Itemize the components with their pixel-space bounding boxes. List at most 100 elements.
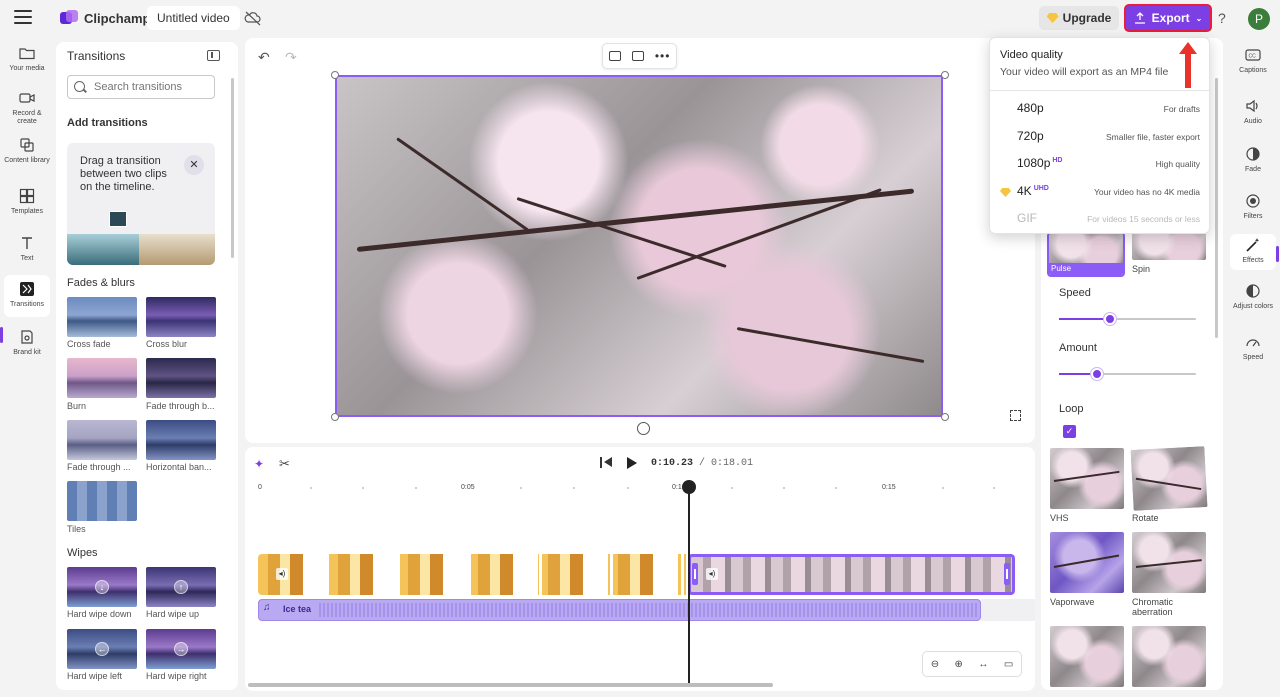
captions-icon: CC <box>1245 49 1261 61</box>
slider-knob[interactable] <box>1104 313 1116 325</box>
video-preview[interactable] <box>335 75 943 417</box>
nav-text[interactable]: Text <box>4 235 50 263</box>
rnav-audio[interactable]: Audio <box>1230 98 1276 126</box>
ruler-tick <box>362 487 364 489</box>
chevron-down-icon: ⌄ <box>1195 13 1203 23</box>
transition-hard-wipe-right[interactable]: → <box>146 629 216 669</box>
effect-thumbnail <box>1049 234 1123 266</box>
resize-handle[interactable] <box>331 413 339 421</box>
top-bar: Clipchamp Untitled video Upgrade Export … <box>0 0 1280 38</box>
rnav-adjust-colors[interactable]: Adjust colors <box>1230 283 1276 311</box>
nav-your-media[interactable]: Your media <box>4 45 50 73</box>
resize-handle[interactable] <box>941 413 949 421</box>
fullscreen-icon[interactable] <box>1010 410 1021 421</box>
avatar[interactable]: P <box>1248 8 1270 30</box>
effect-rotate[interactable] <box>1130 446 1208 511</box>
slider-knob[interactable] <box>1091 368 1103 380</box>
more-options-icon[interactable]: ••• <box>655 49 671 63</box>
effect-vaporwave[interactable] <box>1050 532 1124 593</box>
crop-icon[interactable] <box>608 51 621 61</box>
volume-icon[interactable]: ◂) <box>276 568 288 580</box>
quality-option-1080p[interactable]: 1080p HD High quality <box>990 150 1209 177</box>
effect-pulse[interactable]: Pulse <box>1047 232 1125 277</box>
volume-icon[interactable]: ◂) <box>706 568 718 580</box>
effect-thumbnail[interactable] <box>1050 626 1124 687</box>
rnav-fade[interactable]: Fade <box>1230 146 1276 174</box>
speed-slider[interactable] <box>1059 313 1196 325</box>
nav-brand-kit[interactable]: Brand kit <box>4 329 50 357</box>
scrollbar[interactable] <box>248 683 773 687</box>
music-note-icon: ♫ <box>263 602 271 613</box>
nav-transitions[interactable]: Transitions <box>4 275 50 317</box>
slider-fill <box>1059 318 1110 320</box>
sparkle-icon[interactable]: ✦ <box>254 457 264 471</box>
project-title[interactable]: Untitled video <box>147 6 240 30</box>
skip-back-icon[interactable] <box>600 457 612 468</box>
transition-tiles[interactable] <box>67 481 137 521</box>
clip-trim-handle-left[interactable] <box>692 563 698 585</box>
transition-burn[interactable] <box>67 358 137 398</box>
nav-label: Captions <box>1239 67 1267 74</box>
transition-fade-through-black[interactable] <box>146 358 216 398</box>
clip-trim-handle-right[interactable] <box>1004 563 1010 585</box>
transition-fade-through-white[interactable] <box>67 420 137 460</box>
rnav-filters[interactable]: Filters <box>1230 193 1276 221</box>
cloud-offline-icon[interactable] <box>244 10 262 26</box>
nav-content-library[interactable]: Content library <box>4 137 50 165</box>
effect-vhs[interactable] <box>1050 448 1124 509</box>
resize-handle[interactable] <box>941 71 949 79</box>
export-button[interactable]: Export ⌄ <box>1124 4 1212 32</box>
rnav-effects[interactable]: Effects <box>1230 234 1276 270</box>
zoom-out-icon[interactable]: ⊖ <box>931 659 939 670</box>
loop-checkbox[interactable]: ✓ <box>1063 425 1076 438</box>
upgrade-button[interactable]: Upgrade <box>1039 6 1119 30</box>
playhead[interactable] <box>688 487 690 687</box>
resize-handle[interactable] <box>331 71 339 79</box>
quality-option-gif[interactable]: GIF For videos 15 seconds or less <box>990 205 1209 232</box>
rnav-speed[interactable]: Speed <box>1230 334 1276 362</box>
nav-record-create[interactable]: Record & create <box>4 90 50 126</box>
quality-option-480p[interactable]: 480p For drafts <box>990 95 1209 122</box>
timeline-view-icon[interactable]: ▭ <box>1004 659 1013 670</box>
scissors-icon[interactable]: ✂ <box>279 456 290 472</box>
fit-timeline-icon[interactable]: ↔ <box>978 659 988 670</box>
scrollbar[interactable] <box>231 78 234 258</box>
quality-option-720p[interactable]: 720p Smaller file, faster export <box>990 123 1209 150</box>
effect-chromatic-aberration[interactable] <box>1132 532 1206 593</box>
magic-wand-icon <box>1246 238 1260 252</box>
transitions-icon <box>20 282 34 296</box>
nav-label: Content library <box>4 157 50 164</box>
video-clip-autumn-leaves[interactable]: ◂) <box>258 554 686 595</box>
fit-icon[interactable] <box>631 51 644 61</box>
transition-hard-wipe-down[interactable]: ↓ <box>67 567 137 607</box>
scrollbar[interactable] <box>1215 78 1218 338</box>
transition-cross-fade[interactable] <box>67 297 137 337</box>
audio-clip[interactable]: ♫ Ice tea <box>258 599 981 621</box>
playhead-handle[interactable] <box>682 480 696 494</box>
transition-hard-wipe-left[interactable]: ← <box>67 629 137 669</box>
nav-templates[interactable]: Templates <box>4 188 50 216</box>
help-button[interactable]: ? <box>1218 10 1226 26</box>
close-icon[interactable]: ✕ <box>184 155 204 175</box>
undo-icon[interactable]: ↶ <box>258 49 270 66</box>
search-transitions-input[interactable] <box>67 75 215 99</box>
nav-label: Record & create <box>12 110 42 125</box>
effect-spin[interactable] <box>1132 232 1206 260</box>
ruler-label: 0:15 <box>882 484 896 491</box>
ruler-tick <box>310 487 312 489</box>
zoom-in-icon[interactable]: ⊕ <box>955 659 963 670</box>
video-clip-cherry-blossom[interactable]: ◂) <box>688 554 1015 595</box>
transition-horizontal-banding[interactable] <box>146 420 216 460</box>
redo-icon[interactable]: ↷ <box>285 49 297 66</box>
transition-hard-wipe-up[interactable]: ↑ <box>146 567 216 607</box>
hamburger-menu-icon[interactable] <box>14 10 32 26</box>
ruler-label: 0:1 <box>672 484 682 491</box>
rnav-captions[interactable]: CC Captions <box>1230 47 1276 75</box>
transition-cross-blur[interactable] <box>146 297 216 337</box>
amount-slider[interactable] <box>1059 368 1196 380</box>
quality-option-4k[interactable]: 4K UHD Your video has no 4K media <box>990 178 1209 205</box>
effect-thumbnail[interactable] <box>1132 626 1206 687</box>
play-icon[interactable] <box>627 457 637 469</box>
rotate-icon[interactable] <box>637 422 650 435</box>
collapse-panel-icon[interactable] <box>207 50 220 61</box>
